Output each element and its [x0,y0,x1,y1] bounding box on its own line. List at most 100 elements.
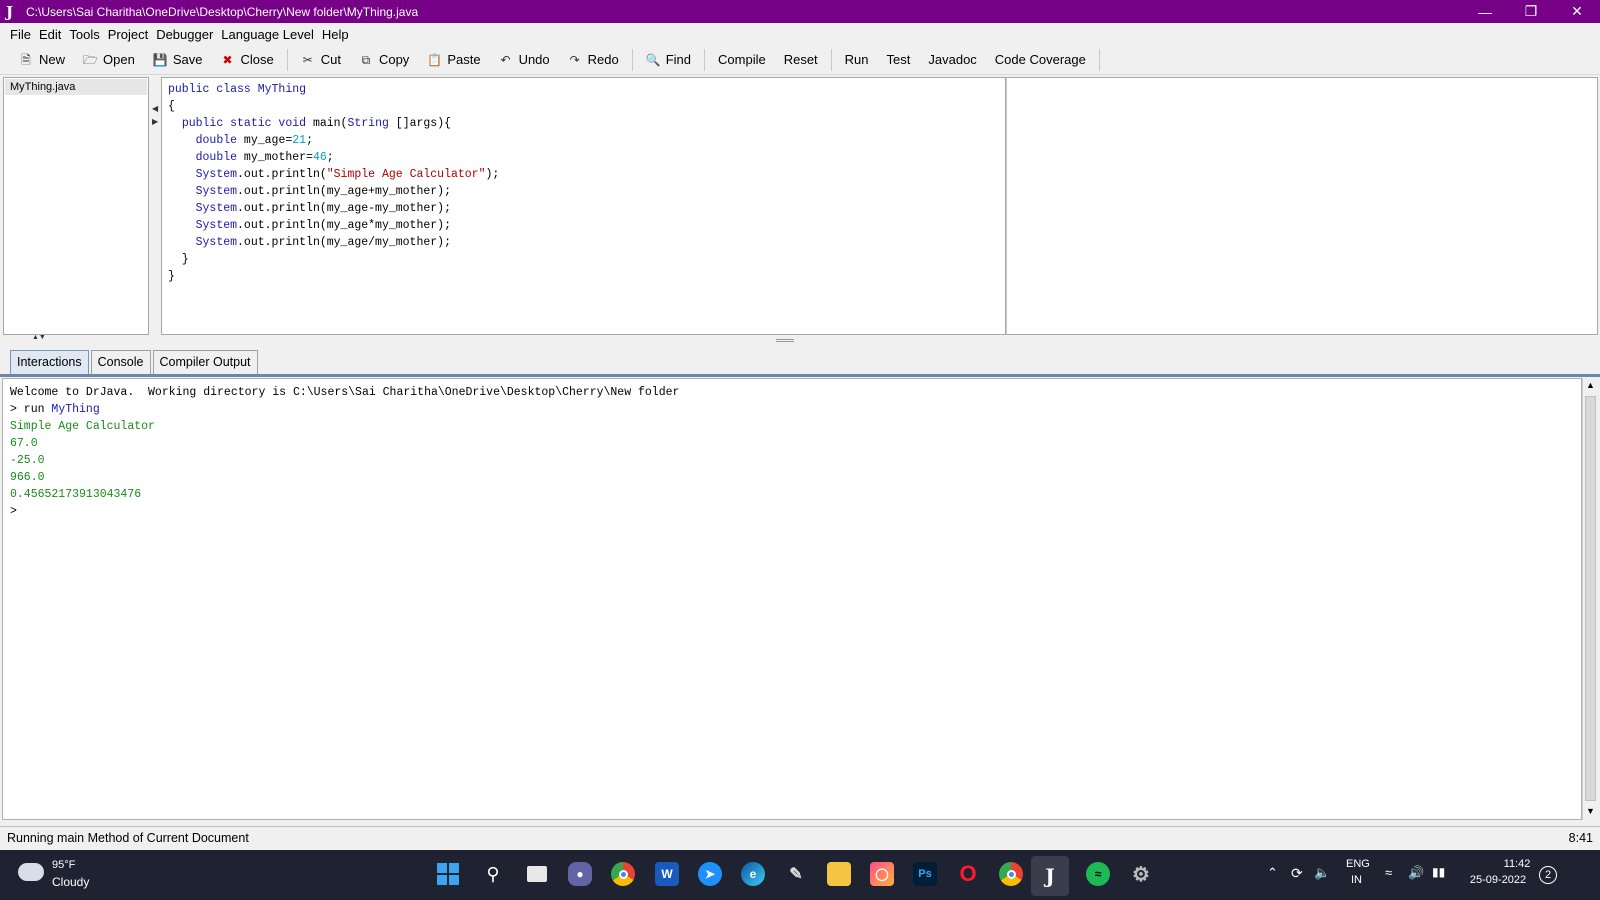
word-icon[interactable]: W [655,862,679,886]
open-button[interactable]: 🗁 Open [74,48,144,72]
expand-right-icon[interactable]: ▶ [152,117,158,126]
cursor-position: 8:41 [1568,830,1593,845]
window-title: C:\Users\Sai Charitha\OneDrive\Desktop\C… [26,4,419,19]
editor-gutter: ◀ ▶ [151,77,160,335]
find-button[interactable]: 🔍 Find [637,48,700,72]
weather-desc[interactable]: Cloudy [52,875,89,889]
drjava-app-icon: J [6,2,14,21]
output-line: 0.45652173913043476 [10,488,142,501]
menu-help[interactable]: Help [322,27,349,42]
clipboard-icon: 📋 [427,52,443,67]
teams-chat-icon[interactable]: ● [568,862,592,886]
code-coverage-button[interactable]: Code Coverage [986,48,1095,72]
cloud-icon[interactable] [18,863,44,881]
menu-debugger[interactable]: Debugger [156,27,213,42]
cut-button[interactable]: ✂ Cut [292,48,350,72]
undo-button[interactable]: ↶ Undo [490,48,559,72]
sync-icon[interactable]: ⟳ [1291,865,1303,882]
weather-temp[interactable]: 95°F [52,859,75,871]
tab-interactions[interactable]: Interactions [10,350,89,374]
pane-divider[interactable]: ▲▼ [0,334,1600,346]
edge-icon[interactable]: e [741,862,765,886]
toolbar-separator [286,48,288,71]
language-region[interactable]: IN [1351,874,1362,886]
show-hidden-icons-chevron-icon[interactable]: ⌃ [1267,865,1278,881]
paste-label: Paste [447,52,481,67]
document-list: MyThing.java [3,77,149,335]
restore-button[interactable]: ❐ [1508,0,1554,23]
redo-button[interactable]: ↷ Redo [559,48,628,72]
chrome-icon[interactable] [611,862,635,886]
search-icon[interactable]: ⚲ [481,862,505,886]
find-label: Find [665,52,692,67]
minimize-button[interactable]: — [1462,0,1508,23]
cut-label: Cut [320,52,341,67]
paste-button[interactable]: 📋 Paste [418,48,489,72]
status-message: Running main Method of Current Document [7,830,249,845]
opera-icon[interactable]: O [956,861,980,886]
reset-button[interactable]: Reset [775,48,827,72]
copy-label: Copy [378,52,410,67]
volume-icon[interactable]: 🔈 [1314,865,1330,881]
menu-file[interactable]: File [10,27,31,42]
browser-icon[interactable]: ➤ [698,862,722,886]
battery-icon[interactable]: ▮▮ [1432,865,1445,879]
scrollbar-thumb[interactable] [1585,396,1596,801]
menu-project[interactable]: Project [108,27,148,42]
spotify-icon[interactable]: ≈ [1086,862,1110,886]
close-button[interactable]: ✖ Close [211,48,282,72]
speaker-icon[interactable]: 🔊 [1408,865,1424,881]
document-icon[interactable]: ✎ [784,862,808,886]
tab-compiler-output[interactable]: Compiler Output [152,350,258,374]
file-explorer-icon[interactable] [827,862,851,886]
drag-handle-icon[interactable] [776,339,794,342]
close-window-button[interactable]: ✕ [1554,0,1600,23]
new-label: New [39,52,66,67]
new-button[interactable]: 🗎 New [10,48,74,72]
close-file-icon: ✖ [222,52,233,67]
wifi-icon[interactable]: ≈ [1385,865,1392,880]
scroll-down-icon[interactable]: ▼ [1586,806,1595,816]
photoshop-icon[interactable]: Ps [913,862,937,886]
input-prompt[interactable]: > [10,503,17,520]
split-arrows-icon[interactable]: ▲▼ [32,334,46,341]
task-view-icon[interactable] [525,862,549,886]
open-label: Open [103,52,135,67]
menu-tools[interactable]: Tools [69,27,99,42]
notification-badge[interactable]: 2 [1539,866,1557,884]
run-command: > run MyThing [10,401,100,418]
run-button[interactable]: Run [836,48,878,72]
close-label: Close [240,52,274,67]
settings-gear-icon[interactable]: ⚙ [1129,862,1153,886]
binoculars-icon: 🔍 [645,52,661,67]
document-item[interactable]: MyThing.java [5,79,147,95]
undo-icon: ↶ [500,52,511,67]
interactions-pane[interactable]: Welcome to DrJava. Working directory is … [2,378,1582,820]
toolbar-separator [631,48,633,71]
copy-button[interactable]: ⧉ Copy [350,48,418,72]
drjava-taskbar-icon[interactable]: J [1031,856,1069,896]
language-code[interactable]: ENG [1346,858,1370,870]
javadoc-button[interactable]: Javadoc [919,48,985,72]
toolbar: 🗎 New 🗁 Open 💾 Save ✖ Close ✂ Cut ⧉ Copy 📋 Past… [0,45,1600,75]
windows-start-icon[interactable] [436,862,460,886]
save-label: Save [172,52,203,67]
undo-label: Undo [518,52,550,67]
scroll-up-icon[interactable]: ▲ [1586,380,1595,390]
save-button[interactable]: 💾 Save [144,48,212,72]
chrome-profile-icon[interactable] [999,862,1023,886]
vertical-scrollbar[interactable]: ▲ ▼ [1582,378,1598,820]
toolbar-separator [704,48,706,71]
collapse-left-icon[interactable]: ◀ [152,104,158,113]
compile-button[interactable]: Compile [709,48,775,72]
clock-date[interactable]: 25-09-2022 [1464,874,1532,886]
tab-console[interactable]: Console [90,350,151,374]
menu-edit[interactable]: Edit [39,27,61,42]
code-editor[interactable]: public class MyThing { public static voi… [161,77,1006,335]
clock-time[interactable]: 11:42 [1502,858,1532,870]
menu-language-level[interactable]: Language Level [221,27,314,42]
test-button[interactable]: Test [878,48,920,72]
photos-icon[interactable]: ◯ [870,862,894,886]
command-class: MyThing [51,403,100,416]
output-line: 67.0 [10,437,38,450]
